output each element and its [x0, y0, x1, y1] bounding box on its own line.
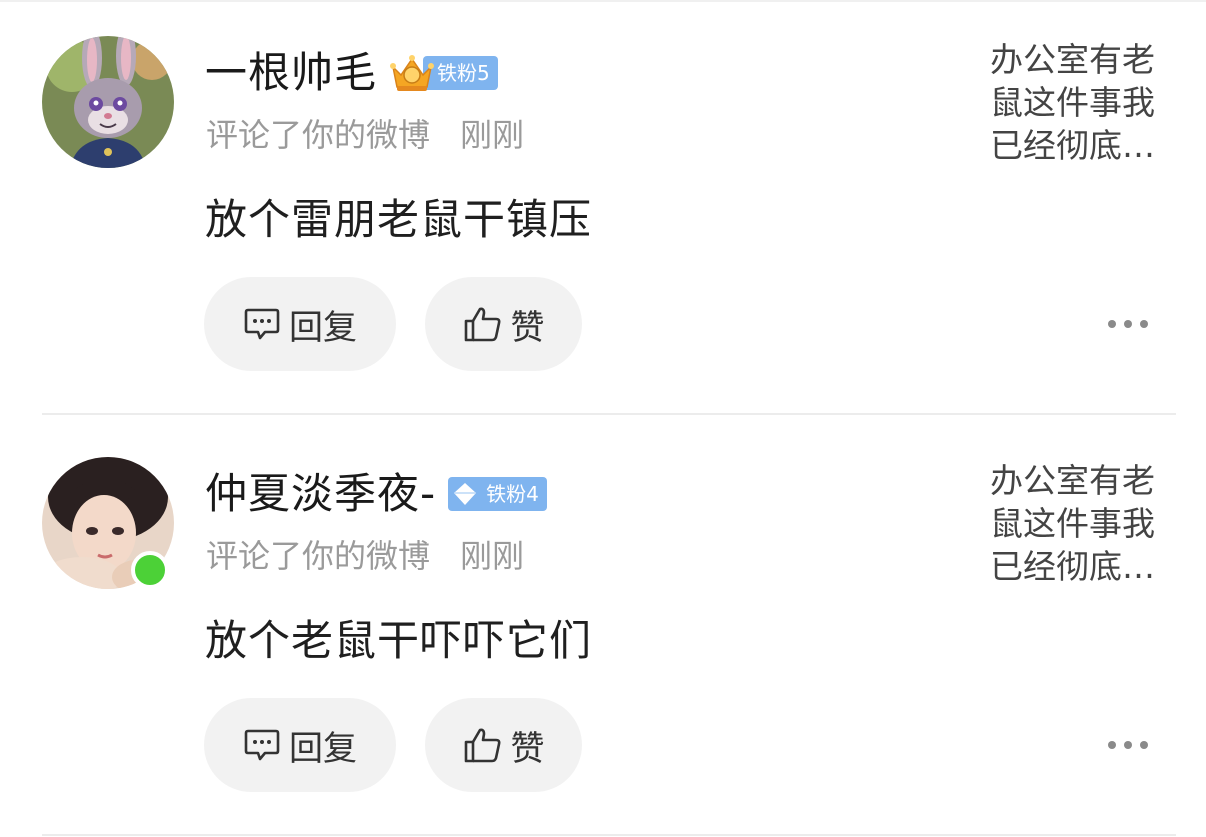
- fan-badge-label: 铁粉4: [474, 477, 547, 511]
- reply-button[interactable]: 回复: [204, 698, 396, 792]
- comment-text[interactable]: 放个老鼠干吓吓它们: [205, 611, 592, 671]
- more-options-icon[interactable]: [1108, 735, 1148, 755]
- quoted-post[interactable]: 办公室有老鼠这件事我已经彻底…: [990, 38, 1172, 167]
- more-options-icon[interactable]: [1108, 314, 1148, 334]
- diamond-icon: [448, 477, 483, 511]
- action-text: 评论了你的微博: [206, 537, 431, 575]
- like-button[interactable]: 赞: [425, 277, 582, 371]
- username[interactable]: 仲夏淡季夜-: [205, 463, 436, 525]
- fan-badge[interactable]: 铁粉4: [448, 476, 547, 512]
- fan-badge[interactable]: 铁粉5: [389, 55, 498, 91]
- divider: [42, 413, 1176, 415]
- like-label: 赞: [510, 307, 545, 348]
- comment-icon: [244, 729, 280, 761]
- notification-meta: 评论了你的微博 刚刚: [206, 533, 524, 579]
- crown-icon: [390, 55, 435, 91]
- username[interactable]: 一根帅毛: [205, 42, 377, 104]
- quoted-post[interactable]: 办公室有老鼠这件事我已经彻底…: [990, 459, 1172, 588]
- reply-label: 回复: [289, 728, 357, 769]
- online-status-dot: [131, 551, 169, 589]
- action-text: 评论了你的微博: [206, 116, 431, 154]
- avatar-image: [42, 36, 174, 168]
- like-label: 赞: [510, 728, 545, 769]
- reply-label: 回复: [289, 307, 357, 348]
- notification-meta: 评论了你的微博 刚刚: [206, 112, 524, 158]
- comment-notification-card[interactable]: 一根帅毛 铁粉5 评论了你的微博 刚刚 放个雷朋老鼠干镇压 办公室有老鼠这件事我已…: [0, 0, 1206, 415]
- timestamp: 刚刚: [460, 116, 525, 154]
- like-button[interactable]: 赞: [425, 698, 582, 792]
- comment-text[interactable]: 放个雷朋老鼠干镇压: [205, 190, 592, 250]
- divider: [42, 834, 1176, 836]
- timestamp: 刚刚: [460, 537, 525, 575]
- avatar[interactable]: [42, 36, 174, 168]
- reply-button[interactable]: 回复: [204, 277, 396, 371]
- thumbs-up-icon: [464, 307, 500, 342]
- comment-icon: [244, 308, 280, 340]
- comment-notification-card[interactable]: 仲夏淡季夜- 铁粉4 评论了你的微博 刚刚 放个老鼠干吓吓它们 办公室有老鼠这件事…: [0, 421, 1206, 836]
- thumbs-up-icon: [464, 728, 500, 763]
